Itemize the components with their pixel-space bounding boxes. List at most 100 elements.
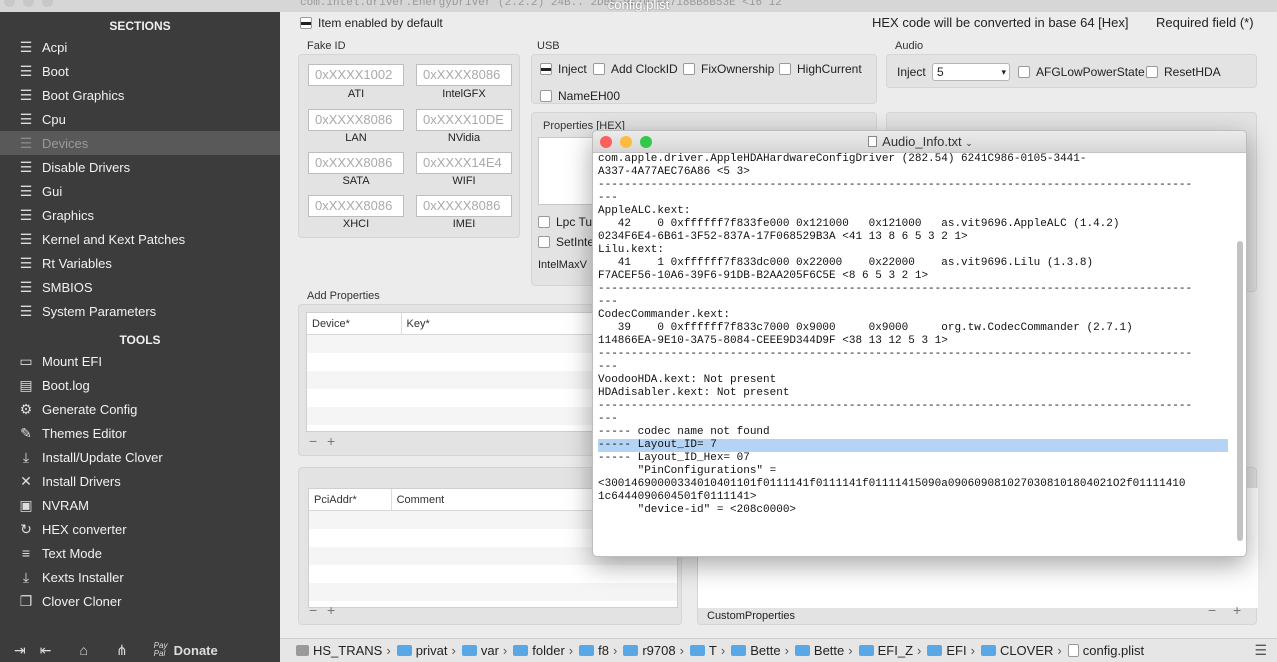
usb-add-clockid-checkbox[interactable]: Add ClockID — [593, 62, 678, 76]
tool-label: Install/Update Clover — [42, 449, 163, 465]
set-intel-checkbox[interactable]: SetInte — [538, 235, 594, 249]
crumb-folder[interactable]: Bette › — [731, 643, 789, 658]
sidebar-item-rt-variables[interactable]: ☰ Rt Variables — [0, 251, 280, 275]
list-icon: ☰ — [19, 62, 33, 79]
folder-icon — [858, 645, 874, 656]
properties-field[interactable] — [538, 137, 598, 205]
crumb-folder[interactable]: CLOVER › — [980, 643, 1062, 658]
remove-row-button[interactable]: − — [309, 433, 317, 449]
crumb-folder[interactable]: folder › — [513, 643, 573, 658]
usb-inject-checkbox[interactable]: ▬ Inject — [540, 62, 587, 76]
tool-generate-config[interactable]: ⚙ Generate Config — [0, 397, 280, 421]
crumb-folder[interactable]: r9708 › — [623, 643, 684, 658]
crumb-folder[interactable]: var › — [461, 643, 507, 658]
sidebar-item-devices[interactable]: ☰ Devices — [0, 131, 280, 155]
checkbox-box[interactable] — [779, 63, 791, 75]
checkbox-box[interactable] — [683, 63, 695, 75]
remove-row-button[interactable]: − — [309, 602, 317, 618]
scrollbar[interactable] — [1237, 241, 1243, 541]
text-line: ----------------------------------------… — [598, 283, 1193, 295]
tool-label: Generate Config — [42, 401, 138, 417]
sidebar-item-acpi[interactable]: ☰ Acpi — [0, 35, 280, 59]
folder-icon — [513, 645, 529, 656]
list-icon: ☰ — [19, 38, 33, 55]
item-enabled-checkbox[interactable]: ▬ Item enabled by default — [300, 16, 443, 30]
text-line: ----------------------------------------… — [598, 179, 1193, 191]
crumb-folder[interactable]: f8 › — [579, 643, 617, 658]
add-row-button[interactable]: + — [327, 433, 335, 449]
fake-id-wifi-input[interactable]: 0xXXXX14E4 — [416, 152, 512, 174]
crumb-file[interactable]: config.plist — [1067, 643, 1144, 658]
menu-icon[interactable]: ☰ — [1254, 642, 1267, 659]
text-line: --- — [598, 296, 618, 308]
home-icon[interactable]: ⌂ — [79, 642, 87, 658]
crumb-folder[interactable]: EFI_Z › — [858, 643, 921, 658]
col-device[interactable]: Device* — [307, 313, 402, 334]
text-window-title[interactable]: Audio_Info.txt ⌄ — [593, 134, 1246, 149]
sidebar-item-kernel-patches[interactable]: ☰ Kernel and Kext Patches — [0, 227, 280, 251]
sidebar-item-cpu[interactable]: ☰ Cpu — [0, 107, 280, 131]
fake-id-intelgfx-input[interactable]: 0xXXXX8086 — [416, 64, 512, 86]
drive-icon: ▭ — [19, 352, 33, 369]
fake-id-sata-input[interactable]: 0xXXXX8086 — [308, 152, 404, 174]
fake-id-imei-input[interactable]: 0xXXXX8086 — [416, 195, 512, 217]
fake-id-ati-input[interactable]: 0xXXXX1002 — [308, 64, 404, 86]
crumb-drive[interactable]: HS_TRANS › — [296, 643, 391, 658]
audio-inject-select[interactable]: 5 ▾ — [932, 63, 1010, 81]
sidebar-item-disable-drivers[interactable]: ☰ Disable Drivers — [0, 155, 280, 179]
tool-text-mode[interactable]: ≡ Text Mode — [0, 541, 280, 565]
sidebar-item-graphics[interactable]: ☰ Graphics — [0, 203, 280, 227]
sidebar-item-system-parameters[interactable]: ☰ System Parameters — [0, 299, 280, 323]
tool-kexts-installer[interactable]: ⤓ Kexts Installer — [0, 565, 280, 589]
donate-button[interactable]: Donate — [174, 643, 218, 658]
add-row-button[interactable]: + — [1233, 602, 1241, 618]
sidebar-item-boot[interactable]: ☰ Boot — [0, 59, 280, 83]
usb-fix-ownership-checkbox[interactable]: FixOwnership — [683, 62, 774, 76]
crumb-label: EFI_Z — [877, 643, 914, 658]
crumb-folder[interactable]: T › — [689, 643, 725, 658]
checkbox-box[interactable] — [538, 236, 550, 248]
import-icon[interactable]: ⇤ — [40, 642, 52, 659]
checkbox-box[interactable]: ▬ — [540, 63, 552, 75]
tool-boot-log[interactable]: ▤ Boot.log — [0, 373, 280, 397]
path-bar: HS_TRANS › privat › var › folder › f8 › r9708… — [280, 638, 1277, 662]
text-line: 42 0 0xffffff7f833fe000 0x121000 0x12100… — [598, 218, 1120, 230]
tool-hex-converter[interactable]: ↻ HEX converter — [0, 517, 280, 541]
checkbox-box[interactable]: ▬ — [300, 17, 312, 29]
crumb-label: r9708 — [642, 643, 676, 658]
document-icon — [868, 136, 878, 147]
crumb-folder[interactable]: EFI › — [927, 643, 975, 658]
tool-mount-efi[interactable]: ▭ Mount EFI — [0, 349, 280, 373]
fake-id-lan-input[interactable]: 0xXXXX8086 — [308, 109, 404, 131]
tool-install-clover[interactable]: ⤓ Install/Update Clover — [0, 445, 280, 469]
usb-group: ▬ Inject Add ClockID FixOwnership HighCur… — [531, 54, 877, 104]
text-line: 1c6444090604501f0111141> — [598, 491, 757, 503]
tool-nvram[interactable]: ▣ NVRAM — [0, 493, 280, 517]
fake-id-xhci-input[interactable]: 0xXXXX8086 — [308, 195, 404, 217]
remove-row-button[interactable]: − — [1208, 602, 1216, 618]
share-icon[interactable]: ⋔ — [116, 642, 128, 659]
checkbox-box[interactable] — [593, 63, 605, 75]
sidebar-item-boot-graphics[interactable]: ☰ Boot Graphics — [0, 83, 280, 107]
col-pciaddr[interactable]: PciAddr* — [309, 489, 392, 510]
usb-name-eh00-checkbox[interactable]: NameEH00 — [540, 89, 620, 103]
sidebar-item-gui[interactable]: ☰ Gui — [0, 179, 280, 203]
afg-low-power-checkbox[interactable]: AFGLowPowerState — [1018, 65, 1145, 79]
crumb-folder[interactable]: Bette › — [794, 643, 853, 658]
crumb-folder[interactable]: privat › — [396, 643, 456, 658]
sidebar-item-smbios[interactable]: ☰ SMBIOS — [0, 275, 280, 299]
tool-install-drivers[interactable]: ✕ Install Drivers — [0, 469, 280, 493]
add-row-button[interactable]: + — [327, 602, 335, 618]
checkbox-box[interactable] — [1018, 66, 1030, 78]
checkbox-box[interactable] — [1146, 66, 1158, 78]
fake-id-nvidia-input[interactable]: 0xXXXX10DE — [416, 109, 512, 131]
lpc-tune-checkbox[interactable]: Lpc Tu — [538, 215, 592, 229]
tool-clover-cloner[interactable]: ❐ Clover Cloner — [0, 589, 280, 613]
export-icon[interactable]: ⇥ — [14, 642, 26, 659]
checkbox-box[interactable] — [540, 90, 552, 102]
reset-hda-checkbox[interactable]: ResetHDA — [1146, 65, 1221, 79]
checkbox-box[interactable] — [538, 216, 550, 228]
usb-high-current-checkbox[interactable]: HighCurrent — [779, 62, 862, 76]
text-content[interactable]: com.apple.driver.AppleHDAHardwareConfigD… — [598, 153, 1228, 548]
tool-themes-editor[interactable]: ✎ Themes Editor — [0, 421, 280, 445]
